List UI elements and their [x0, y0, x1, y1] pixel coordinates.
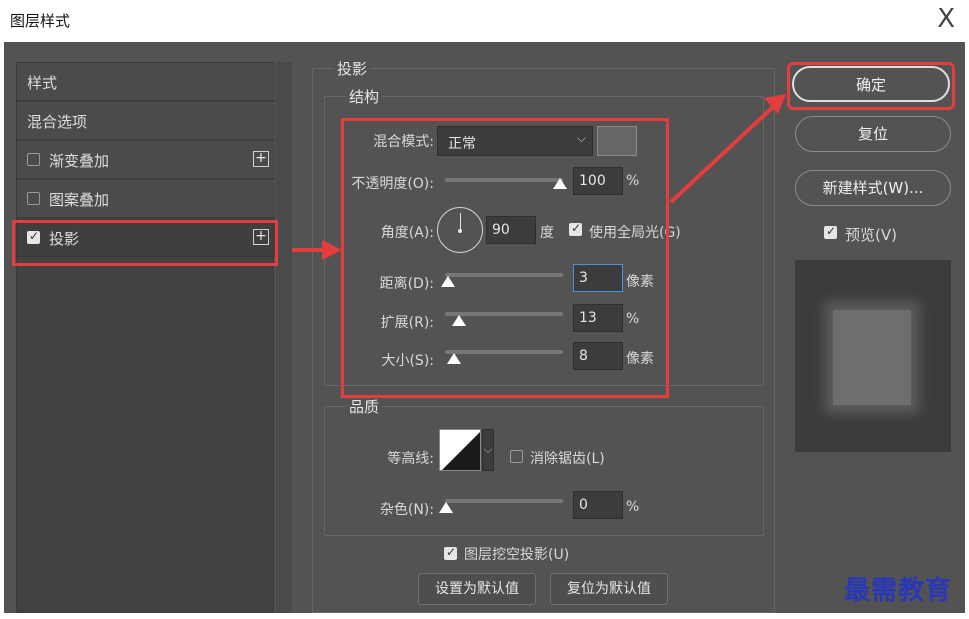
close-icon[interactable]: X — [937, 4, 955, 34]
arrow-to-structure — [292, 240, 342, 260]
bottom-strip — [0, 613, 969, 619]
title-bar: 图层样式 X — [0, 0, 969, 42]
layer-style-dialog: 样式 混合选项 渐变叠加 + 图案叠加 投影 + 投影 结构 混合模式: 正常 … — [4, 42, 965, 613]
annotation-arrows — [292, 94, 786, 260]
watermark-text: 最需教育 — [844, 576, 953, 606]
arrow-to-ok-button — [669, 94, 786, 204]
dialog-title: 图层样式 — [10, 12, 71, 30]
